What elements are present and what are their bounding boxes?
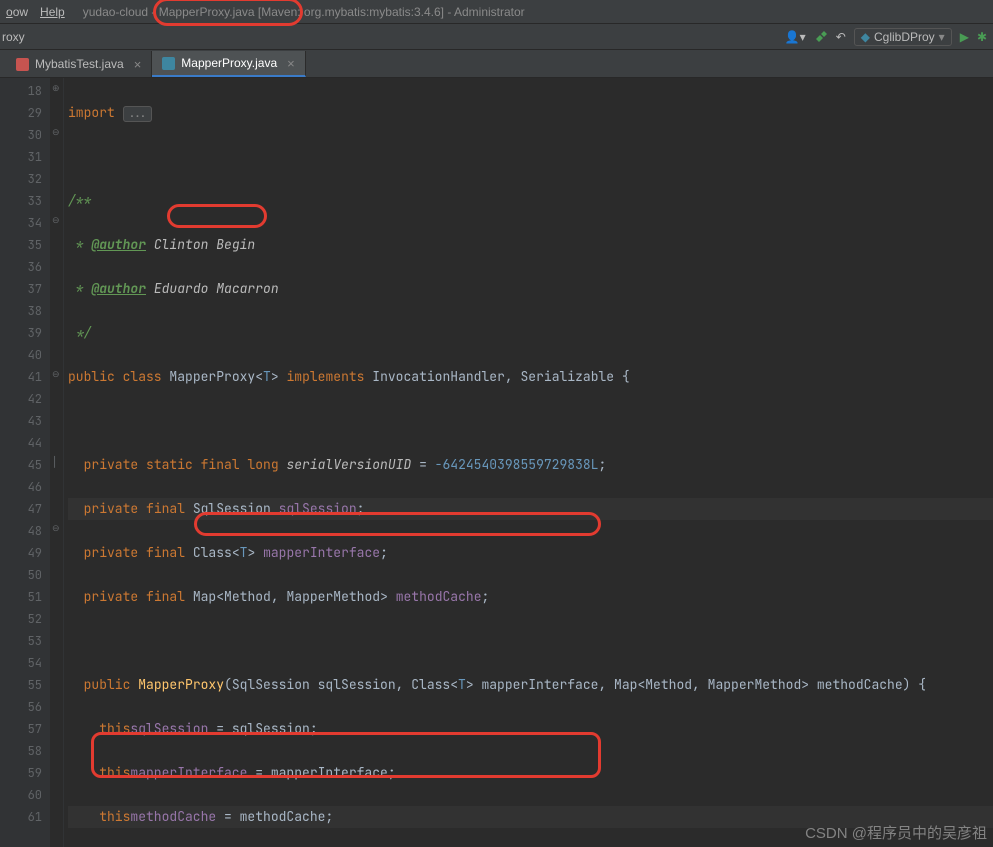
line-number[interactable]: 38 [0, 300, 42, 322]
line-number[interactable]: 31 [0, 146, 42, 168]
back-icon[interactable]: ↶ [836, 30, 846, 44]
line-number[interactable]: 58 [0, 740, 42, 762]
run-button[interactable]: ▶ [960, 30, 969, 44]
line-number[interactable]: 45 [0, 454, 42, 476]
line-number[interactable]: 56 [0, 696, 42, 718]
debug-button[interactable]: ✱ [977, 30, 987, 44]
gutter[interactable]: 18 29 30 31 32 33 34 35 36 37 38 39 40 4… [0, 78, 50, 847]
tab-label: MapperProxy.java [181, 56, 277, 70]
line-number[interactable]: 46 [0, 476, 42, 498]
interface-file-icon [162, 57, 175, 70]
fold-icon[interactable]: ⊖ [52, 368, 60, 380]
line-number[interactable]: 30 [0, 124, 42, 146]
menu-window[interactable]: oow [6, 5, 28, 19]
fold-icon[interactable]: ⊖ [52, 214, 60, 226]
line-number[interactable]: 52 [0, 608, 42, 630]
line-number[interactable]: 39 [0, 322, 42, 344]
menubar: oow Help yudao-cloud - MapperProxy.java … [0, 0, 993, 24]
editor-tabs: MybatisTest.java × MapperProxy.java × [0, 50, 993, 78]
line-number[interactable]: 47 [0, 498, 42, 520]
build-icon[interactable] [814, 30, 828, 44]
code-content[interactable]: import ... /** * @author Clinton Begin *… [64, 78, 993, 847]
line-number[interactable]: 36 [0, 256, 42, 278]
tab-label: MybatisTest.java [35, 57, 124, 71]
line-number[interactable]: 53 [0, 630, 42, 652]
line-number[interactable]: 40 [0, 344, 42, 366]
line-number[interactable]: 18 [0, 80, 42, 102]
line-number[interactable]: 51 [0, 586, 42, 608]
line-number[interactable]: 49 [0, 542, 42, 564]
run-config-select[interactable]: ◆CglibDProy ▾ [854, 28, 952, 46]
line-number[interactable]: 50 [0, 564, 42, 586]
fold-icon[interactable]: ⊕ [52, 82, 60, 94]
line-number[interactable]: 54 [0, 652, 42, 674]
line-number[interactable]: 41 [0, 366, 42, 388]
close-icon[interactable]: × [134, 57, 142, 72]
line-number[interactable]: 29 [0, 102, 42, 124]
line-number[interactable]: 37 [0, 278, 42, 300]
java-file-icon [16, 58, 29, 71]
fold-icon[interactable]: ⊖ [52, 522, 60, 534]
line-number[interactable]: 32 [0, 168, 42, 190]
window-title: yudao-cloud - MapperProxy.java [Maven: o… [83, 5, 525, 19]
tab-mybatistest[interactable]: MybatisTest.java × [6, 51, 152, 77]
menu-help[interactable]: Help [40, 5, 65, 19]
fold-end-icon[interactable]: │ [52, 456, 57, 468]
line-number[interactable]: 34 [0, 212, 42, 234]
fold-column[interactable]: ⊕ ⊖ ⊖ ⊖ │ ⊖ [50, 78, 64, 847]
user-icon[interactable]: 👤▾ [785, 30, 806, 44]
line-number[interactable]: 33 [0, 190, 42, 212]
breadcrumb[interactable]: roxy [0, 30, 25, 44]
close-icon[interactable]: × [287, 56, 295, 71]
line-number[interactable]: 59 [0, 762, 42, 784]
line-number[interactable]: 44 [0, 432, 42, 454]
line-number[interactable]: 57 [0, 718, 42, 740]
line-number[interactable]: 35 [0, 234, 42, 256]
line-number[interactable]: 61 [0, 806, 42, 828]
toolbar: roxy 👤▾ ↶ ◆CglibDProy ▾ ▶ ✱ [0, 24, 993, 50]
editor[interactable]: 18 29 30 31 32 33 34 35 36 37 38 39 40 4… [0, 78, 993, 847]
line-number[interactable]: 60 [0, 784, 42, 806]
line-number[interactable]: 48 [0, 520, 42, 542]
tab-mapperproxy[interactable]: MapperProxy.java × [152, 51, 305, 77]
fold-icon[interactable]: ⊖ [52, 126, 60, 138]
line-number[interactable]: 42 [0, 388, 42, 410]
folded-imports[interactable]: ... [123, 106, 153, 122]
line-number[interactable]: 43 [0, 410, 42, 432]
line-number[interactable]: 55 [0, 674, 42, 696]
